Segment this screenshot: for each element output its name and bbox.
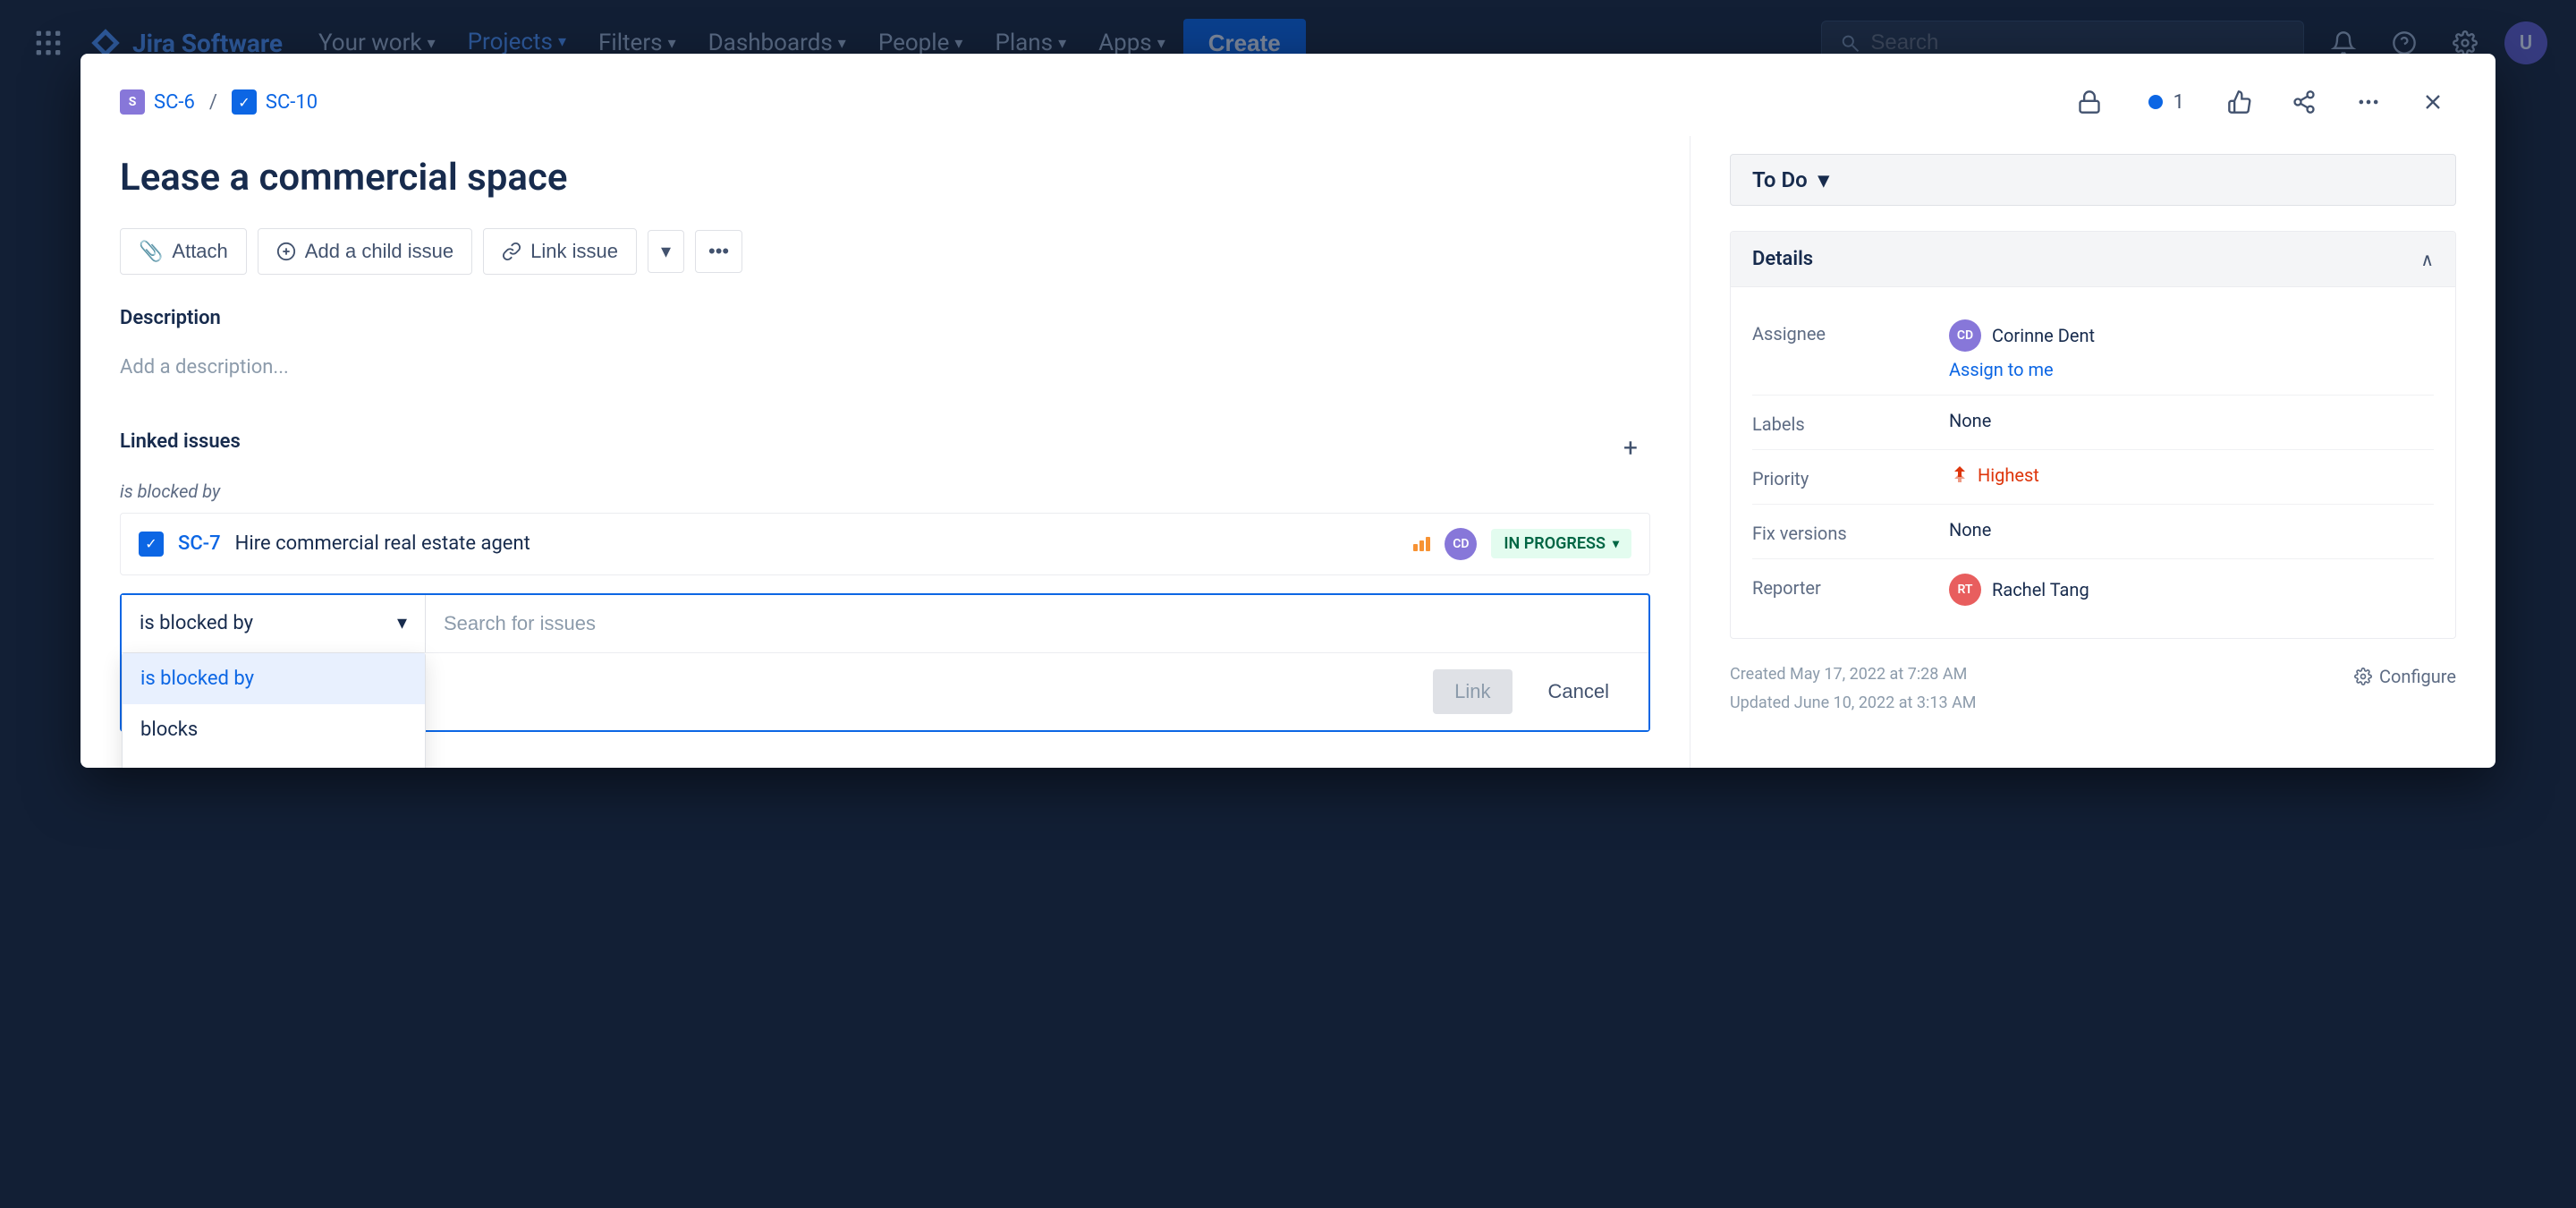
labels-value[interactable]: None	[1949, 410, 2434, 431]
reporter-label: Reporter	[1752, 574, 1931, 599]
updated-date: Updated June 10, 2022 at 3:13 AM	[1730, 689, 1977, 718]
is-blocked-by-label: is blocked by	[120, 481, 1650, 502]
assign-to-me-link[interactable]: Assign to me	[1949, 359, 2095, 380]
lock-button[interactable]	[2066, 79, 2113, 125]
description-input[interactable]: Add a description...	[120, 342, 1650, 393]
assignee-info: CD Corinne Dent Assign to me	[1949, 319, 2095, 380]
labels-row: Labels None	[1752, 396, 2434, 450]
status-chevron-icon: ▾	[1818, 167, 1829, 192]
labels-label: Labels	[1752, 410, 1931, 435]
details-section: Details ∧ Assignee CD Corinne Dent	[1730, 231, 2456, 639]
share-icon	[2292, 89, 2317, 115]
issue-modal: S SC-6 / ✓ SC-10	[80, 54, 2496, 768]
status-button[interactable]: To Do ▾	[1730, 154, 2456, 206]
link-type-dropdown: is blocked by ▾ is blocked by bloc	[122, 595, 426, 652]
watch-button[interactable]: 1	[2131, 84, 2199, 121]
modal-left-panel: Lease a commercial space 📎 Attach Add a	[80, 136, 1690, 768]
story-type-icon: S	[120, 89, 145, 115]
fix-versions-label: Fix versions	[1752, 519, 1931, 544]
link-type-menu: is blocked by blocks is cloned by	[122, 652, 426, 768]
modal-body: Lease a commercial space 📎 Attach Add a	[80, 136, 2496, 768]
created-date: Created May 17, 2022 at 7:28 AM	[1730, 660, 1977, 689]
link-type-option-cloned-by[interactable]: is cloned by	[123, 755, 425, 768]
more-icon	[2356, 89, 2381, 115]
issue-toolbar: 📎 Attach Add a child issue	[120, 228, 1650, 275]
toolbar-more-button[interactable]: •••	[695, 230, 742, 273]
priority-label: Priority	[1752, 464, 1931, 489]
attach-button[interactable]: 📎 Attach	[120, 228, 247, 275]
link-cancel-button[interactable]: Cancel	[1527, 669, 1631, 714]
thumbsup-button[interactable]	[2216, 79, 2263, 125]
assignee-label: Assignee	[1752, 319, 1931, 345]
more-options-button[interactable]	[2345, 79, 2392, 125]
description-section: Description Add a description...	[120, 307, 1650, 393]
reporter-avatar: RT	[1949, 574, 1981, 606]
reporter-value: RT Rachel Tang	[1949, 574, 2434, 606]
link-search-input[interactable]	[426, 596, 1648, 651]
configure-link[interactable]: Configure	[2354, 660, 2456, 693]
modal-header: S SC-6 / ✓ SC-10	[80, 54, 2496, 136]
link-icon	[502, 242, 521, 261]
link-submit-button[interactable]: Link	[1433, 669, 1512, 714]
child-issue-icon	[276, 242, 296, 261]
details-section-header[interactable]: Details ∧	[1731, 232, 2455, 287]
dropdown-chevron-icon: ▾	[397, 612, 407, 634]
add-child-issue-button[interactable]: Add a child issue	[258, 228, 472, 275]
linked-issue-title: Hire commercial real estate agent	[235, 532, 1400, 555]
close-button[interactable]	[2410, 79, 2456, 125]
assignee-value: CD Corinne Dent Assign to me	[1949, 319, 2434, 380]
linked-issues-header: Linked issues +	[120, 429, 1650, 468]
close-icon	[2420, 89, 2445, 115]
link-type-select-button[interactable]: is blocked by ▾	[122, 595, 426, 652]
fix-versions-value[interactable]: None	[1949, 519, 2434, 540]
details-header-title: Details	[1752, 248, 1813, 270]
modal-overlay: S SC-6 / ✓ SC-10	[0, 0, 2576, 1208]
share-button[interactable]	[2281, 79, 2327, 125]
reporter-row: Reporter RT Rachel Tang	[1752, 559, 2434, 620]
issue-meta-footer: Created May 17, 2022 at 7:28 AM Updated …	[1730, 660, 2456, 719]
link-type-option-blocks[interactable]: blocks	[123, 704, 425, 755]
breadcrumb: S SC-6 / ✓ SC-10	[120, 89, 318, 115]
breadcrumb-parent[interactable]: S SC-6	[120, 89, 195, 115]
linked-issue-meta: CD IN PROGRESS ▾	[1413, 528, 1631, 560]
issue-title: Lease a commercial space	[120, 154, 1650, 203]
link-form: is blocked by ▾ is blocked by bloc	[120, 593, 1650, 732]
modal-right-panel: To Do ▾ Details ∧ Assignee	[1690, 136, 2496, 768]
toolbar-dropdown-button[interactable]: ▾	[648, 230, 684, 273]
linked-issue-row: ✓ SC-7 Hire commercial real estate agent…	[120, 513, 1650, 575]
linked-issue-type-icon: ✓	[139, 532, 164, 557]
link-type-option-blocked-by[interactable]: is blocked by	[123, 653, 425, 704]
fix-versions-row: Fix versions None	[1752, 505, 2434, 559]
priority-medium-icon	[1413, 537, 1430, 551]
modal-action-buttons: 1	[2066, 79, 2456, 125]
assignee-name-row: CD Corinne Dent	[1949, 319, 2095, 352]
description-label: Description	[120, 307, 1650, 329]
assignee-avatar: CD	[1949, 319, 1981, 352]
watch-icon	[2145, 91, 2166, 113]
add-linked-issue-button[interactable]: +	[1611, 429, 1650, 468]
priority-value[interactable]: Highest	[1949, 464, 2434, 486]
priority-highest-icon	[1949, 464, 1970, 486]
thumbsup-icon	[2227, 89, 2252, 115]
linked-issue-assignee-avatar: CD	[1445, 528, 1477, 560]
priority-row: Priority Highest	[1752, 450, 2434, 505]
linked-issues-label: Linked issues	[120, 430, 241, 453]
task-type-icon: ✓	[232, 89, 257, 115]
collapse-icon: ∧	[2420, 249, 2434, 270]
status-chevron-icon: ▾	[1613, 537, 1619, 551]
assignee-row: Assignee CD Corinne Dent Assign to me	[1752, 305, 2434, 396]
linked-issues-section: Linked issues + is blocked by ✓ SC-7 Hir…	[120, 429, 1650, 732]
linked-issue-status-badge[interactable]: IN PROGRESS ▾	[1491, 529, 1631, 558]
configure-gear-icon	[2354, 668, 2372, 685]
paperclip-icon: 📎	[139, 240, 163, 263]
lock-icon	[2077, 89, 2102, 115]
breadcrumb-child[interactable]: ✓ SC-10	[232, 89, 318, 115]
details-body: Assignee CD Corinne Dent Assign to me	[1731, 287, 2455, 638]
link-form-inputs: is blocked by ▾ is blocked by bloc	[122, 595, 1648, 652]
breadcrumb-separator: /	[209, 91, 217, 114]
linked-issue-key[interactable]: SC-7	[178, 532, 221, 555]
link-issue-button[interactable]: Link issue	[483, 228, 637, 275]
